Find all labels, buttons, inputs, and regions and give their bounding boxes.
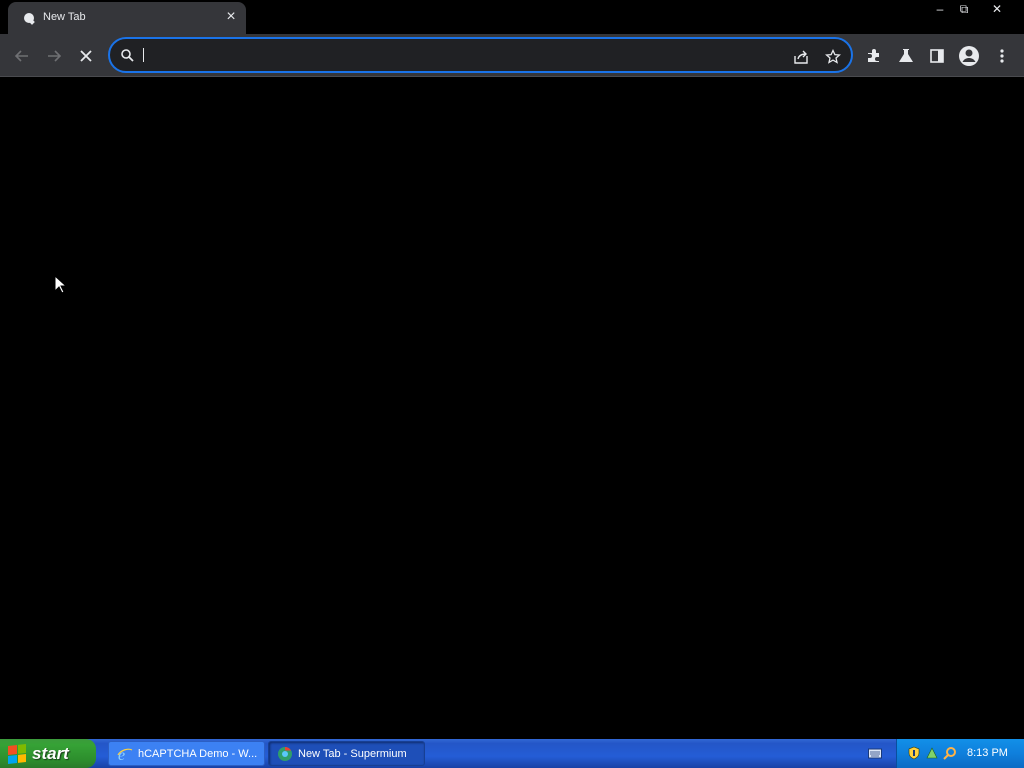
address-bar[interactable] (108, 37, 853, 73)
profile-button[interactable] (957, 44, 981, 68)
text-caret (143, 48, 144, 62)
star-icon (825, 49, 841, 64)
taskbar-item-hcaptcha-demo[interactable]: e hCAPTCHA Demo - W... (108, 741, 265, 766)
flask-icon (899, 49, 913, 62)
browser-toolbar (0, 34, 1024, 77)
tab-title: New Tab (43, 11, 86, 23)
back-arrow-icon (14, 50, 28, 62)
start-button[interactable]: start (0, 739, 96, 768)
browser-title-bar: New Tab × – ⧉ ✕ (0, 0, 1024, 34)
tab-close-button[interactable]: × (222, 8, 240, 26)
search-magnifier-icon[interactable] (943, 746, 957, 760)
internet-explorer-icon: e (117, 747, 133, 762)
forward-button[interactable] (41, 43, 67, 69)
window-close-button[interactable]: ✕ (986, 0, 1008, 18)
start-label: start (32, 743, 69, 763)
security-shield-icon[interactable] (907, 746, 921, 760)
labs-button[interactable] (894, 44, 918, 68)
svg-text:e: e (118, 747, 125, 762)
taskbar: start e hCAPTCHA Demo - W... New Tab - S… (0, 739, 1024, 768)
kebab-menu-icon (1000, 49, 1004, 63)
stop-loading-icon (80, 50, 92, 62)
taskbar-item-label: hCAPTCHA Demo - W... (138, 747, 258, 760)
share-icon (794, 50, 808, 64)
page-content[interactable] (0, 78, 1024, 739)
system-tray: 8:13 PM (896, 739, 1024, 768)
taskbar-clock[interactable]: 8:13 PM (967, 747, 1008, 759)
tab-new-tab[interactable]: New Tab × (8, 2, 246, 34)
mouse-cursor-icon (54, 275, 66, 294)
side-panel-button[interactable] (925, 44, 949, 68)
address-input[interactable] (140, 45, 780, 65)
side-panel-icon (930, 49, 944, 63)
forward-arrow-icon (48, 50, 62, 62)
keyboard-layout-icon[interactable] (868, 747, 882, 759)
taskbar-item-supermium[interactable]: New Tab - Supermium (268, 741, 425, 766)
supermium-icon (278, 746, 292, 761)
search-icon (121, 49, 134, 62)
windows-flag-icon (8, 743, 26, 764)
taskbar-item-label: New Tab - Supermium (298, 747, 407, 760)
extensions-button[interactable] (862, 44, 886, 68)
menu-button[interactable] (990, 44, 1014, 68)
network-icon[interactable] (925, 746, 939, 760)
bookmark-button[interactable] (823, 47, 843, 67)
tab-favicon-icon (24, 13, 34, 23)
restore-button[interactable]: ⧉ (953, 0, 975, 18)
puzzle-icon (868, 49, 879, 62)
screen: New Tab × – ⧉ ✕ start e hCAPTCHA Demo - … (0, 0, 1024, 768)
stop-button[interactable] (73, 43, 99, 69)
profile-avatar-icon (959, 46, 979, 66)
back-button[interactable] (9, 43, 35, 69)
share-button[interactable] (791, 47, 811, 67)
minimize-button[interactable]: – (929, 0, 951, 18)
